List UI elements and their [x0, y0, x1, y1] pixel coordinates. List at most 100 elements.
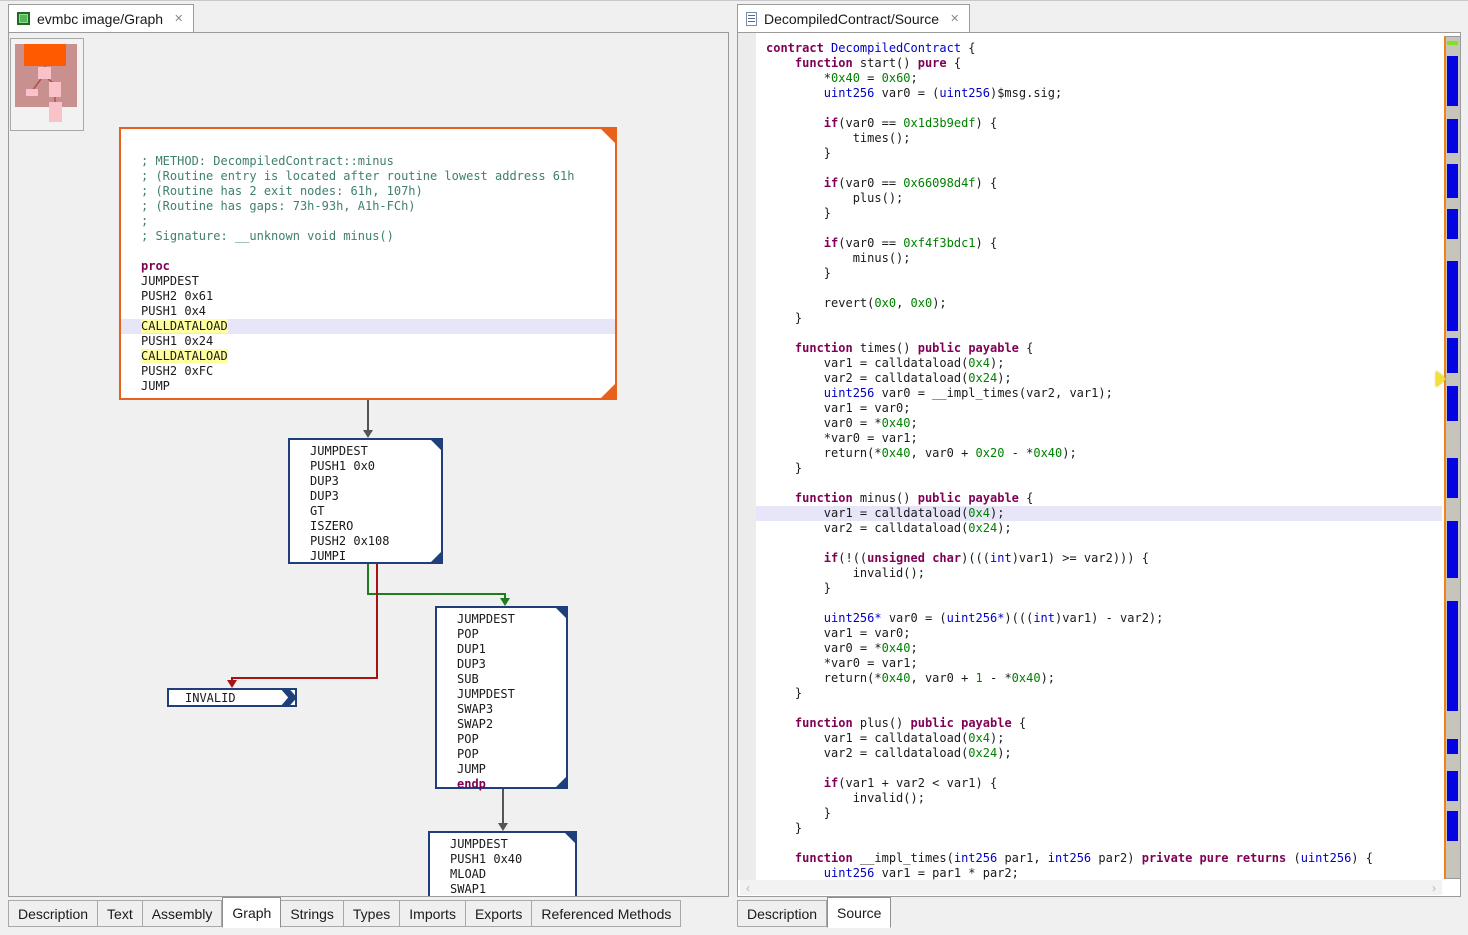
ruler-marker[interactable] [1447, 521, 1458, 578]
code-line[interactable]: var1 = var0; [766, 626, 1442, 641]
tab-exports[interactable]: Exports [466, 900, 532, 927]
code-line[interactable]: } [766, 311, 1442, 326]
code-line[interactable]: var1 = calldataload(0x4); [766, 356, 1442, 371]
current-position-arrow-icon[interactable] [1436, 371, 1446, 387]
code-line[interactable]: var1 = calldataload(0x4); [756, 506, 1442, 521]
code-line[interactable]: function times() public payable { [766, 341, 1442, 356]
code-line[interactable] [766, 596, 1442, 611]
overview-ruler[interactable] [1444, 36, 1461, 879]
code-line[interactable]: revert(0x0, 0x0); [766, 296, 1442, 311]
tab-types[interactable]: Types [344, 900, 400, 927]
code-line[interactable]: } [766, 806, 1442, 821]
close-icon[interactable]: ✕ [950, 12, 959, 25]
tab-referenced-methods[interactable]: Referenced Methods [532, 900, 681, 927]
graph-node-condition[interactable]: JUMPDESTPUSH1 0x0DUP3DUP3GTISZEROPUSH2 0… [288, 438, 443, 564]
tab-decompiledcontract-source[interactable]: DecompiledContract/Source ✕ [737, 4, 970, 32]
code-line[interactable]: } [766, 686, 1442, 701]
code-line[interactable] [766, 476, 1442, 491]
ruler-marker[interactable] [1447, 338, 1458, 373]
code-line[interactable] [766, 101, 1442, 116]
tab-evmbc-image-graph[interactable]: evmbc image/Graph ✕ [8, 4, 194, 32]
code-line[interactable]: invalid(); [766, 791, 1442, 806]
code-line[interactable]: if(!((unsigned char)(((int)var1) >= var2… [766, 551, 1442, 566]
code-line[interactable]: } [766, 146, 1442, 161]
code-line[interactable]: if(var0 == 0xf4f3bdc1) { [766, 236, 1442, 251]
ruler-marker-green[interactable] [1447, 41, 1458, 45]
code-line[interactable] [766, 836, 1442, 851]
ruler-marker[interactable] [1447, 458, 1458, 498]
ruler-marker[interactable] [1447, 164, 1458, 198]
source-editor[interactable]: contract DecompiledContract { function s… [737, 32, 1461, 897]
code-line[interactable] [766, 701, 1442, 716]
tab-source[interactable]: Source [827, 897, 891, 928]
node-line: proc [121, 259, 615, 274]
code-line[interactable]: var2 = calldataload(0x24); [766, 521, 1442, 536]
ruler-marker[interactable] [1447, 386, 1458, 421]
code-line[interactable]: } [766, 821, 1442, 836]
code-line[interactable]: minus(); [766, 251, 1442, 266]
ruler-marker[interactable] [1447, 56, 1458, 106]
code-line[interactable]: } [766, 461, 1442, 476]
code-line[interactable]: uint256* var0 = (uint256*)(((int)var1) -… [766, 611, 1442, 626]
tab-description[interactable]: Description [8, 900, 98, 927]
code-line[interactable]: var1 = var0; [766, 401, 1442, 416]
graph-minimap[interactable] [10, 38, 84, 131]
horizontal-scrollbar[interactable]: ‹ › [740, 880, 1442, 895]
tab-graph[interactable]: Graph [222, 897, 281, 928]
ruler-marker[interactable] [1447, 739, 1458, 754]
code-line[interactable]: *var0 = var1; [766, 656, 1442, 671]
code-line[interactable] [766, 281, 1442, 296]
ruler-marker[interactable] [1447, 261, 1458, 331]
code-line[interactable]: contract DecompiledContract { [766, 41, 1442, 56]
code-line[interactable]: if(var1 + var2 < var1) { [766, 776, 1442, 791]
scroll-right-icon[interactable]: › [1432, 881, 1436, 895]
code-line[interactable]: times(); [766, 131, 1442, 146]
code-line[interactable]: if(var0 == 0x1d3b9edf) { [766, 116, 1442, 131]
code-line[interactable]: uint256 var0 = __impl_times(var2, var1); [766, 386, 1442, 401]
code-line[interactable]: *0x40 = 0x60; [766, 71, 1442, 86]
graph-node-sub[interactable]: JUMPDESTPOPDUP1DUP3SUBJUMPDESTSWAP3SWAP2… [435, 606, 568, 789]
graph-node-invalid[interactable]: INVALID [167, 688, 297, 707]
code-line[interactable]: var2 = calldataload(0x24); [766, 371, 1442, 386]
tab-text[interactable]: Text [98, 900, 143, 927]
close-icon[interactable]: ✕ [174, 12, 183, 25]
code-area[interactable]: contract DecompiledContract { function s… [756, 33, 1442, 880]
code-line[interactable] [766, 536, 1442, 551]
code-line[interactable]: if(var0 == 0x66098d4f) { [766, 176, 1442, 191]
graph-node-return[interactable]: JUMPDESTPUSH1 0x40MLOADSWAP1DUP2 [428, 831, 577, 897]
code-line[interactable]: *var0 = var1; [766, 431, 1442, 446]
code-line[interactable]: invalid(); [766, 566, 1442, 581]
code-line[interactable]: var0 = *0x40; [766, 416, 1442, 431]
code-line[interactable]: return(*0x40, var0 + 0x20 - *0x40); [766, 446, 1442, 461]
code-line[interactable]: } [766, 206, 1442, 221]
ruler-marker[interactable] [1447, 811, 1458, 841]
code-line[interactable]: var0 = *0x40; [766, 641, 1442, 656]
tab-strings[interactable]: Strings [281, 900, 344, 927]
code-line[interactable]: function minus() public payable { [766, 491, 1442, 506]
code-line[interactable]: var1 = calldataload(0x4); [766, 731, 1442, 746]
scroll-left-icon[interactable]: ‹ [746, 881, 750, 895]
code-line[interactable]: var2 = calldataload(0x24); [766, 746, 1442, 761]
code-line[interactable]: return(*0x40, var0 + 1 - *0x40); [766, 671, 1442, 686]
code-line[interactable]: function start() pure { [766, 56, 1442, 71]
code-line[interactable]: function plus() public payable { [766, 716, 1442, 731]
code-line[interactable]: } [766, 266, 1442, 281]
graph-canvas[interactable]: ; METHOD: DecompiledContract::minus; (Ro… [8, 32, 729, 897]
code-line[interactable] [766, 161, 1442, 176]
ruler-marker[interactable] [1447, 209, 1458, 239]
code-line[interactable] [766, 761, 1442, 776]
code-line[interactable]: } [766, 581, 1442, 596]
code-line[interactable]: uint256 var0 = (uint256)$msg.sig; [766, 86, 1442, 101]
code-line[interactable] [766, 326, 1442, 341]
tab-imports[interactable]: Imports [400, 900, 466, 927]
code-line[interactable]: plus(); [766, 191, 1442, 206]
code-line[interactable] [766, 221, 1442, 236]
code-line[interactable]: uint256 var1 = par1 * par2; [766, 866, 1442, 880]
ruler-marker[interactable] [1447, 771, 1458, 801]
ruler-marker[interactable] [1447, 119, 1458, 153]
tab-assembly[interactable]: Assembly [143, 900, 223, 927]
tab-description[interactable]: Description [737, 900, 827, 927]
graph-node-minus-entry[interactable]: ; METHOD: DecompiledContract::minus; (Ro… [119, 127, 617, 400]
code-line[interactable]: function __impl_times(int256 par1, int25… [766, 851, 1442, 866]
ruler-marker[interactable] [1447, 601, 1458, 711]
